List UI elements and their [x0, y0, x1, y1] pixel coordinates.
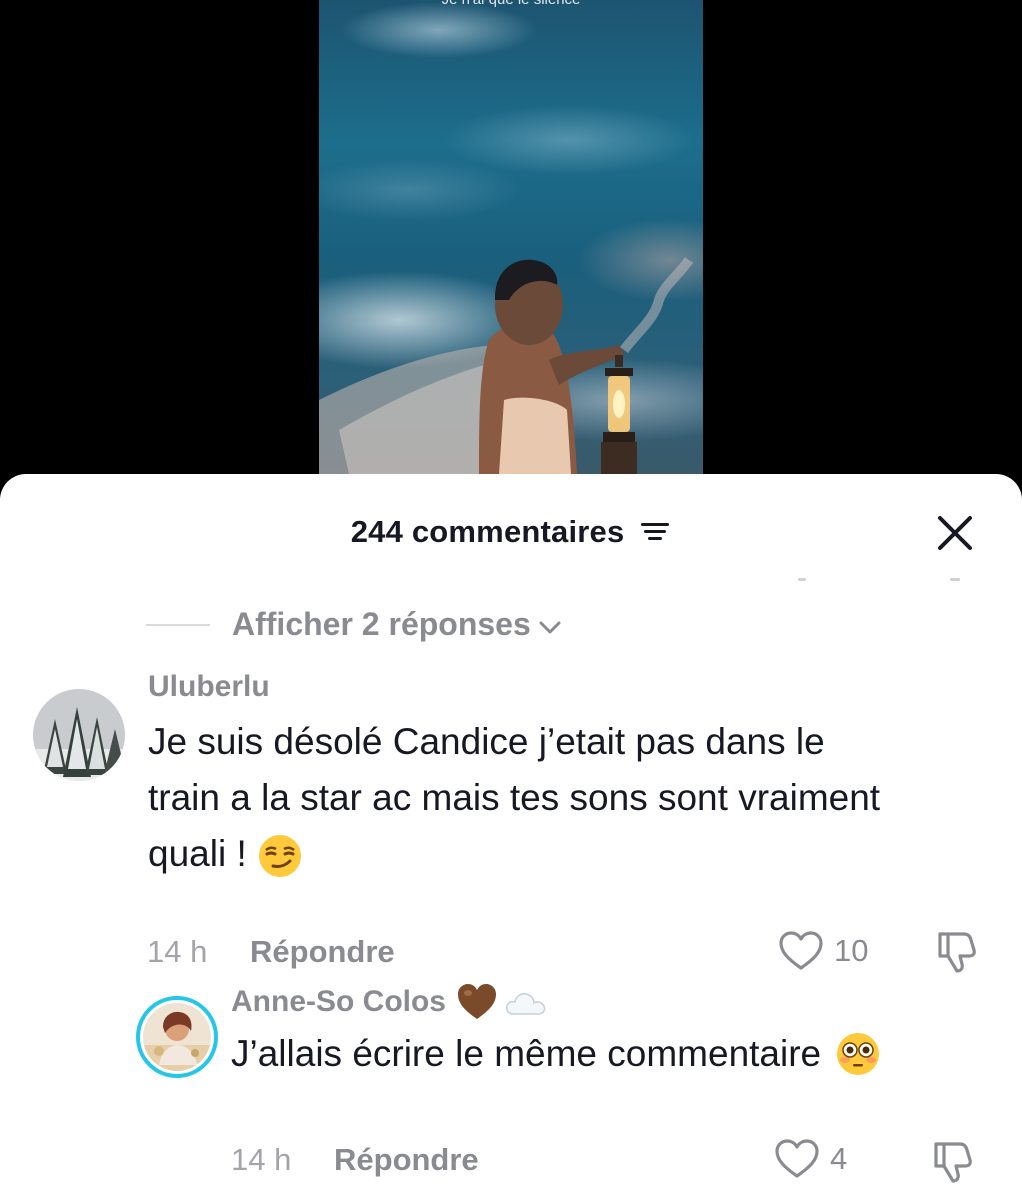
scroll-indicator: [798, 578, 806, 581]
dislike-button[interactable]: [934, 928, 980, 979]
comments-sheet: 244 commentaires Afficher 2 réponses Ulu…: [0, 474, 1022, 1200]
heart-icon: [779, 931, 823, 970]
comments-header: 244 commentaires: [0, 474, 1022, 584]
portrait-avatar-image: [143, 1003, 211, 1071]
smirking-face-emoji-icon: [259, 835, 302, 878]
reply-timestamp: 14 h: [231, 1142, 292, 1177]
avatar-with-story-ring[interactable]: [136, 996, 218, 1078]
comment-text-line: train a la star ac mais tes sons sont vr…: [148, 777, 881, 818]
replies-divider-line: [146, 623, 210, 626]
brown-heart-emoji-icon: [458, 984, 496, 1019]
comment-text-segment: quali !: [148, 833, 247, 874]
snowy-forest-avatar-image: [33, 689, 125, 781]
dislike-button[interactable]: [930, 1138, 976, 1189]
like-count: 10: [834, 933, 869, 968]
cloud-emoji-icon: [505, 993, 546, 1015]
video-player[interactable]: Je n'ai que le silence: [0, 0, 1022, 500]
comment-count-title[interactable]: 244 commentaires: [0, 512, 1022, 550]
reply-text-segment: J’allais écrire le même commentaire: [231, 1033, 822, 1074]
thumbs-down-icon: [938, 932, 976, 973]
video-still-woman-with-lantern: [319, 257, 694, 474]
comment-text-line: quali !: [148, 826, 988, 882]
reply-text: J’allais écrire le même commentaire: [231, 1026, 991, 1082]
sort-filter-icon[interactable]: [639, 519, 671, 545]
comment-text: Je suis désolé Candice j’etait pas dans …: [148, 714, 988, 882]
comment-count-label: 244 commentaires: [350, 513, 625, 549]
reply-username[interactable]: Anne-So Colos: [231, 985, 446, 1019]
like-button[interactable]: 4: [774, 1138, 847, 1180]
close-icon: [938, 516, 972, 550]
scroll-indicator: [950, 578, 960, 581]
video-frame[interactable]: Je n'ai que le silence: [319, 0, 703, 474]
like-count: 4: [830, 1141, 848, 1176]
heart-icon: [775, 1139, 819, 1178]
reply-button[interactable]: Répondre: [250, 934, 395, 970]
reply-item: Anne-So Colos J’allais écrire le même co…: [0, 984, 1022, 1200]
thumbs-down-icon: [934, 1142, 972, 1183]
comment-timestamp: 14 h: [147, 934, 208, 969]
comment-username[interactable]: Uluberlu: [148, 670, 270, 704]
comment-text-line: Je suis désolé Candice j’etait pas dans …: [148, 721, 825, 762]
show-replies-label: Afficher 2 réponses: [232, 606, 531, 642]
show-replies-toggle[interactable]: Afficher 2 réponses: [146, 606, 563, 643]
avatar[interactable]: [33, 689, 125, 781]
comment-item: Uluberlu Je suis désolé Candice j’etait …: [0, 670, 1022, 994]
like-button[interactable]: 10: [778, 930, 868, 972]
chevron-down-icon: [539, 621, 561, 633]
close-button[interactable]: [930, 508, 980, 558]
reply-button[interactable]: Répondre: [334, 1142, 479, 1178]
flushed-face-emoji-icon: [837, 1033, 880, 1075]
reply-username-row: Anne-So Colos: [231, 982, 548, 1022]
